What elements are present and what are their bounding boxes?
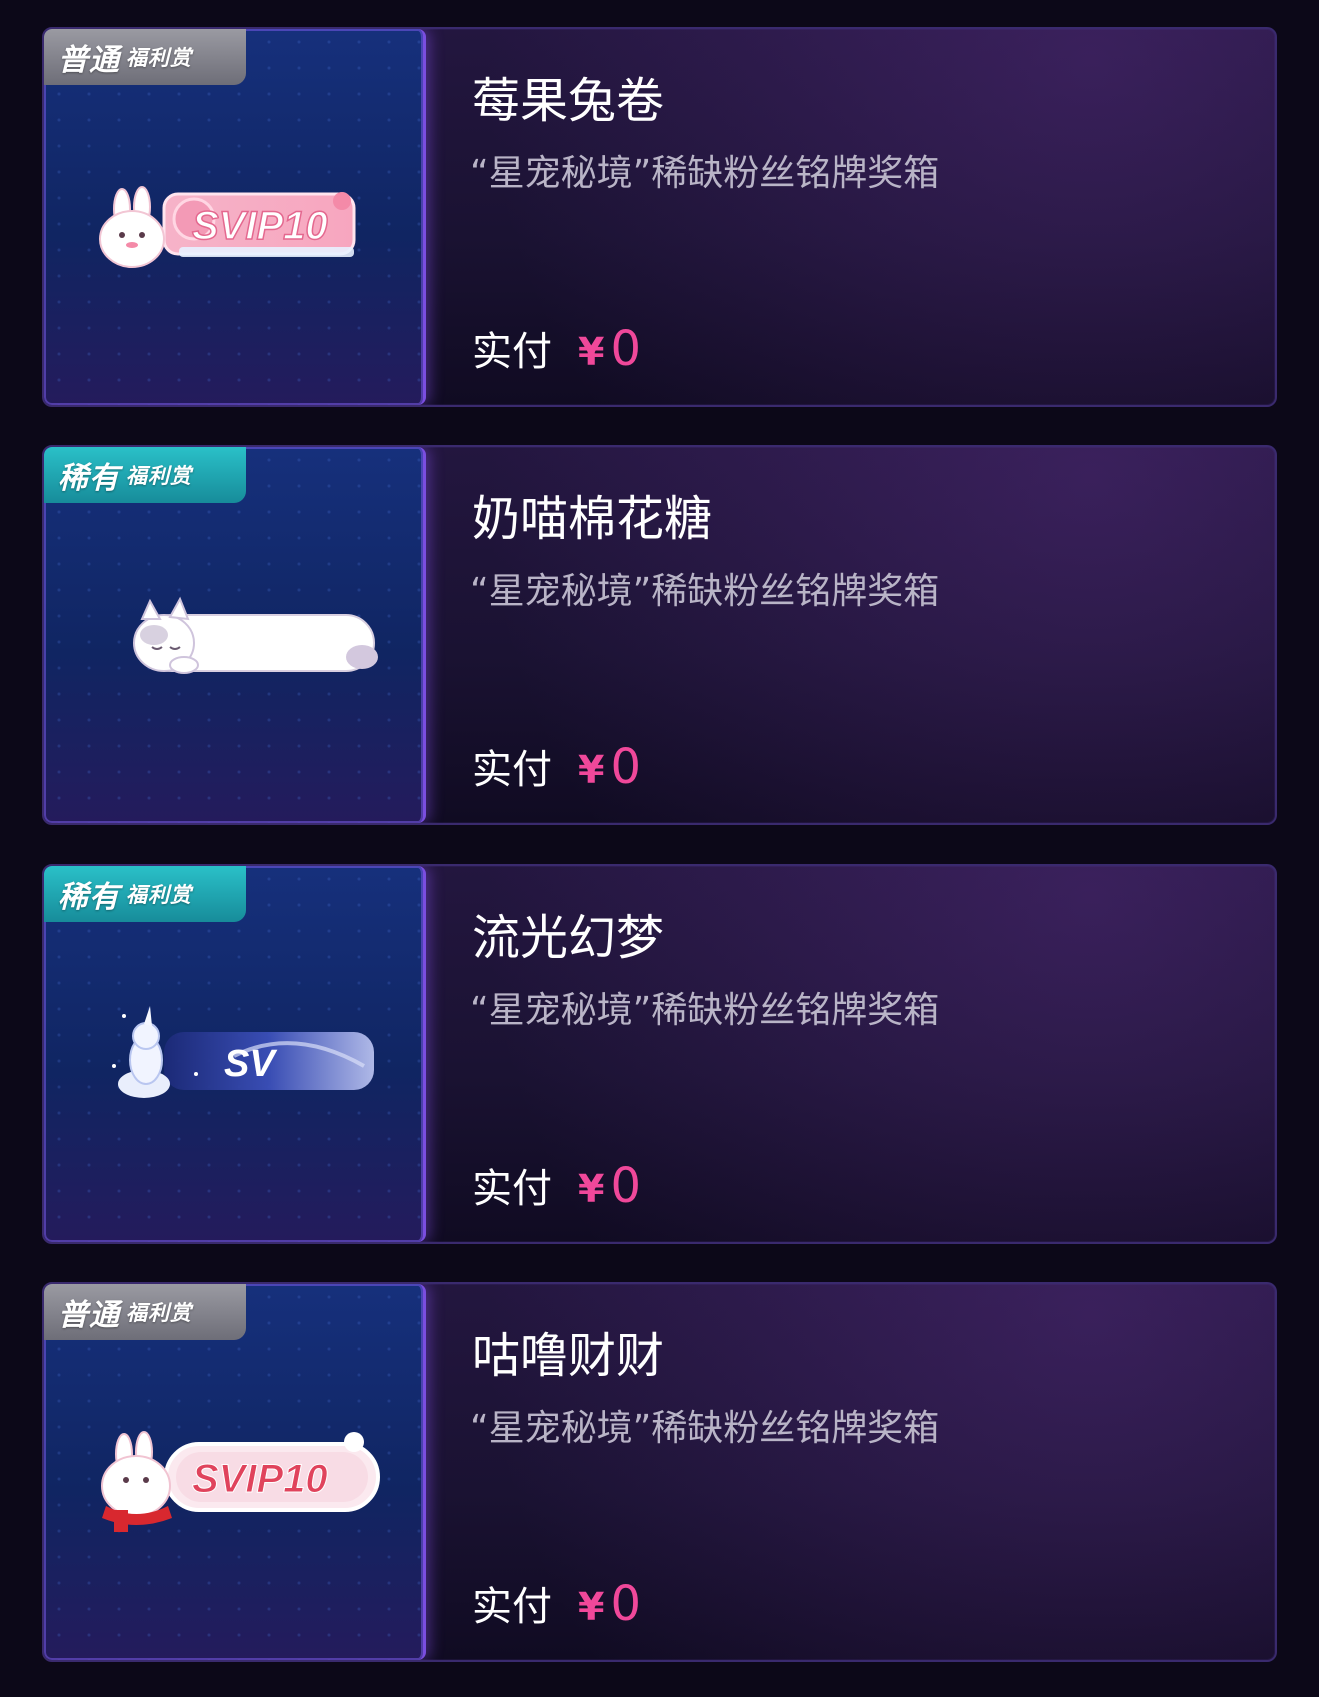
reward-card[interactable]: 普通 福利赏 SVIP10 咕噜财财 “星宠秘境”稀缺粉丝铭牌奖箱 实付 ¥ 0 [42,1282,1277,1662]
reward-card[interactable]: 普通 福利赏 SVIP10 莓果兔卷 “星宠秘境”稀缺粉丝铭牌奖箱 实付 ¥ 0 [42,27,1277,407]
tier-badge-tier: 稀有 [58,461,120,496]
pay-label: 实付 [472,1166,552,1212]
price: ¥ 0 [578,1576,641,1632]
tier-badge: 稀有 福利赏 [44,447,246,503]
currency-symbol: ¥ [578,748,605,792]
price-amount: 0 [610,1576,641,1632]
svg-text:SVIP10: SVIP10 [192,1457,328,1501]
payment-row: 实付 ¥ 0 [472,1156,641,1214]
price-amount: 0 [610,739,641,795]
reward-list: 普通 福利赏 SVIP10 莓果兔卷 “星宠秘境”稀缺粉丝铭牌奖箱 实付 ¥ 0… [0,0,1319,1697]
tier-badge-tier: 稀有 [58,880,120,915]
payment-row: 实付 ¥ 0 [472,737,641,795]
svg-text:SVIP10: SVIP10 [192,204,328,248]
pay-label: 实付 [472,747,552,793]
pay-label: 实付 [472,329,552,375]
reward-title: 奶喵棉花糖 [472,491,713,547]
currency-symbol: ¥ [578,330,605,374]
reward-title: 咕噜财财 [472,1328,665,1384]
tier-badge: 普通 福利赏 [44,1284,246,1340]
tier-badge-label: 福利赏 [126,1301,192,1325]
pay-label: 实付 [472,1584,552,1630]
tier-badge-label: 福利赏 [126,464,192,488]
price: ¥ 0 [578,739,641,795]
currency-symbol: ¥ [578,1585,605,1629]
price: ¥ 0 [578,1158,641,1214]
tier-badge-label: 福利赏 [126,883,192,907]
reward-description: “星宠秘境”稀缺粉丝铭牌奖箱 [470,1408,940,1449]
price-amount: 0 [610,1158,641,1214]
reward-description: “星宠秘境”稀缺粉丝铭牌奖箱 [470,153,940,194]
payment-row: 实付 ¥ 0 [472,1574,641,1632]
reward-thumbnail: 普通 福利赏 SVIP10 [44,29,426,405]
tier-badge-tier: 普通 [58,1298,120,1333]
price: ¥ 0 [578,321,641,377]
currency-symbol: ¥ [578,1167,605,1211]
svg-text:SV: SV [224,1043,277,1085]
unicorn-starry-medal-icon: SV [112,1006,374,1098]
payment-row: 实付 ¥ 0 [472,319,641,377]
tier-badge: 稀有 福利赏 [44,866,246,922]
reward-card[interactable]: 稀有 福利赏 奶喵棉花糖 “星宠秘境”稀缺粉丝铭牌奖箱 实付 ¥ 0 [42,445,1277,825]
rabbit-svip-medal-icon: SVIP10 [99,186,356,268]
reward-thumbnail: 稀有 福利赏 [44,447,426,823]
reward-description: “星宠秘境”稀缺粉丝铭牌奖箱 [470,990,940,1031]
tier-badge: 普通 福利赏 [44,29,246,85]
tier-badge-label: 福利赏 [126,46,192,70]
reward-thumbnail: 普通 福利赏 SVIP10 [44,1284,426,1660]
reward-card[interactable]: 稀有 福利赏 SV 流光幻梦 “星宠秘境”稀缺粉丝铭牌奖箱 实付 ¥ 0 [42,864,1277,1244]
price-amount: 0 [610,321,641,377]
reward-description: “星宠秘境”稀缺粉丝铭牌奖箱 [470,571,940,612]
sleeping-cat-medal-icon [133,596,378,674]
reward-title: 流光幻梦 [472,910,665,966]
reward-thumbnail: 稀有 福利赏 SV [44,866,426,1242]
tier-badge-tier: 普通 [58,43,120,78]
reward-title: 莓果兔卷 [472,73,665,129]
rabbit-scarf-svip-medal-icon: SVIP10 [101,1431,380,1532]
